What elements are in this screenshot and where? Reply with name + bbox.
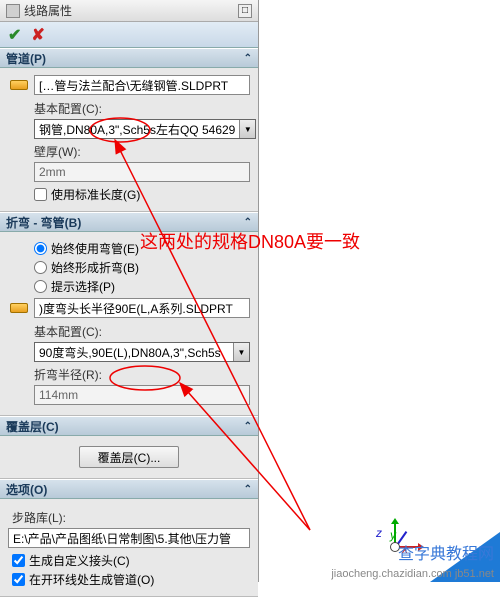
bend-r3-label: 提示选择(P) xyxy=(51,278,115,295)
pipe-icon xyxy=(8,74,30,96)
watermark-site: 查字典教程网 xyxy=(398,540,494,564)
pipe-config-combo[interactable]: 钢管,DN80A,3",Sch5s左右QQ 54629 ▼ xyxy=(34,119,256,139)
bend-config-combo[interactable]: 90度弯头,90E(L),DN80A,3",Sch5s ▼ xyxy=(34,342,250,362)
section-bend-title: 折弯 - 弯管(B) xyxy=(6,214,81,231)
ok-button[interactable]: ✔ xyxy=(8,25,21,45)
panel-icon xyxy=(6,4,20,18)
opt-open-ends-checkbox[interactable] xyxy=(12,573,25,586)
chevron-up-icon: ⌃ xyxy=(244,484,252,495)
cover-button[interactable]: 覆盖层(C)... xyxy=(79,446,180,468)
action-bar: ✔ ✘ xyxy=(0,22,258,48)
pin-button[interactable]: □ xyxy=(238,4,252,18)
bend-radius-field: 114mm xyxy=(34,385,250,405)
routelib-label: 步路库(L): xyxy=(12,509,250,526)
bend-radius-label: 折弯半径(R): xyxy=(34,366,250,383)
opt-custom-fitting-checkbox[interactable] xyxy=(12,554,25,567)
axis-y-label: y xyxy=(390,528,396,542)
bend-config-value: 90度弯头,90E(L),DN80A,3",Sch5s xyxy=(35,344,233,361)
property-panel: 线路属性 □ ✔ ✘ 管道(P) ⌃ […管与法兰配合\无缝钢管.SLDPRT … xyxy=(0,0,259,582)
use-std-label: 使用标准长度(G) xyxy=(51,186,140,203)
watermark-url: jiaocheng.chazidian.com jb51.net xyxy=(331,568,494,580)
panel-header: 线路属性 □ xyxy=(0,0,258,22)
section-options-title: 选项(O) xyxy=(6,481,47,498)
bend-radio-prompt[interactable] xyxy=(34,280,47,293)
pipe-config-value: 钢管,DN80A,3",Sch5s左右QQ 54629 xyxy=(35,121,239,138)
section-options-body: 步路库(L): E:\产品\产品图纸\日常制图\5.其他\压力管 生成自定义接头… xyxy=(0,499,258,597)
chevron-down-icon[interactable]: ▼ xyxy=(239,120,255,138)
panel-title: 线路属性 xyxy=(24,2,234,19)
cancel-button[interactable]: ✘ xyxy=(31,25,44,45)
chevron-up-icon: ⌃ xyxy=(244,217,252,228)
section-options-header[interactable]: 选项(O) ⌃ xyxy=(0,479,258,499)
axis-z-label: z xyxy=(376,526,382,540)
section-bend-header[interactable]: 折弯 - 弯管(B) ⌃ xyxy=(0,212,258,232)
bend-config-label: 基本配置(C): xyxy=(34,323,250,340)
opt-c1-label: 生成自定义接头(C) xyxy=(29,552,130,569)
pipe-file-field[interactable]: […管与法兰配合\无缝钢管.SLDPRT xyxy=(34,75,250,95)
section-pipe-body: […管与法兰配合\无缝钢管.SLDPRT 基本配置(C): 钢管,DN80A,3… xyxy=(0,68,258,212)
bend-r1-label: 始终使用弯管(E) xyxy=(51,240,139,257)
opt-c2-label: 在开环线处生成管道(O) xyxy=(29,571,154,588)
bend-radio-elbow[interactable] xyxy=(34,242,47,255)
bend-r2-label: 始终形成折弯(B) xyxy=(51,259,139,276)
routelib-field[interactable]: E:\产品\产品图纸\日常制图\5.其他\压力管 xyxy=(8,528,250,548)
use-std-checkbox[interactable] xyxy=(34,188,47,201)
chevron-up-icon: ⌃ xyxy=(244,53,252,64)
elbow-icon xyxy=(8,297,30,319)
pipe-thickness-label: 壁厚(W): xyxy=(34,143,250,160)
section-pipe-header[interactable]: 管道(P) ⌃ xyxy=(0,48,258,68)
chevron-down-icon[interactable]: ▼ xyxy=(233,343,249,361)
bend-radio-form[interactable] xyxy=(34,261,47,274)
section-pipe-title: 管道(P) xyxy=(6,50,46,67)
pipe-thickness-field: 2mm xyxy=(34,162,250,182)
pipe-config-label: 基本配置(C): xyxy=(34,100,250,117)
chevron-up-icon: ⌃ xyxy=(244,421,252,432)
section-cover-title: 覆盖层(C) xyxy=(6,418,59,435)
graphics-viewport[interactable]: y x z xyxy=(259,0,500,582)
section-bend-body: 始终使用弯管(E) 始终形成折弯(B) 提示选择(P) )度弯头长半径90E(L… xyxy=(0,232,258,416)
bend-file-field[interactable]: )度弯头长半径90E(L,A系列.SLDPRT xyxy=(34,298,250,318)
section-cover-header[interactable]: 覆盖层(C) ⌃ xyxy=(0,416,258,436)
section-cover-body: 覆盖层(C)... xyxy=(0,436,258,479)
